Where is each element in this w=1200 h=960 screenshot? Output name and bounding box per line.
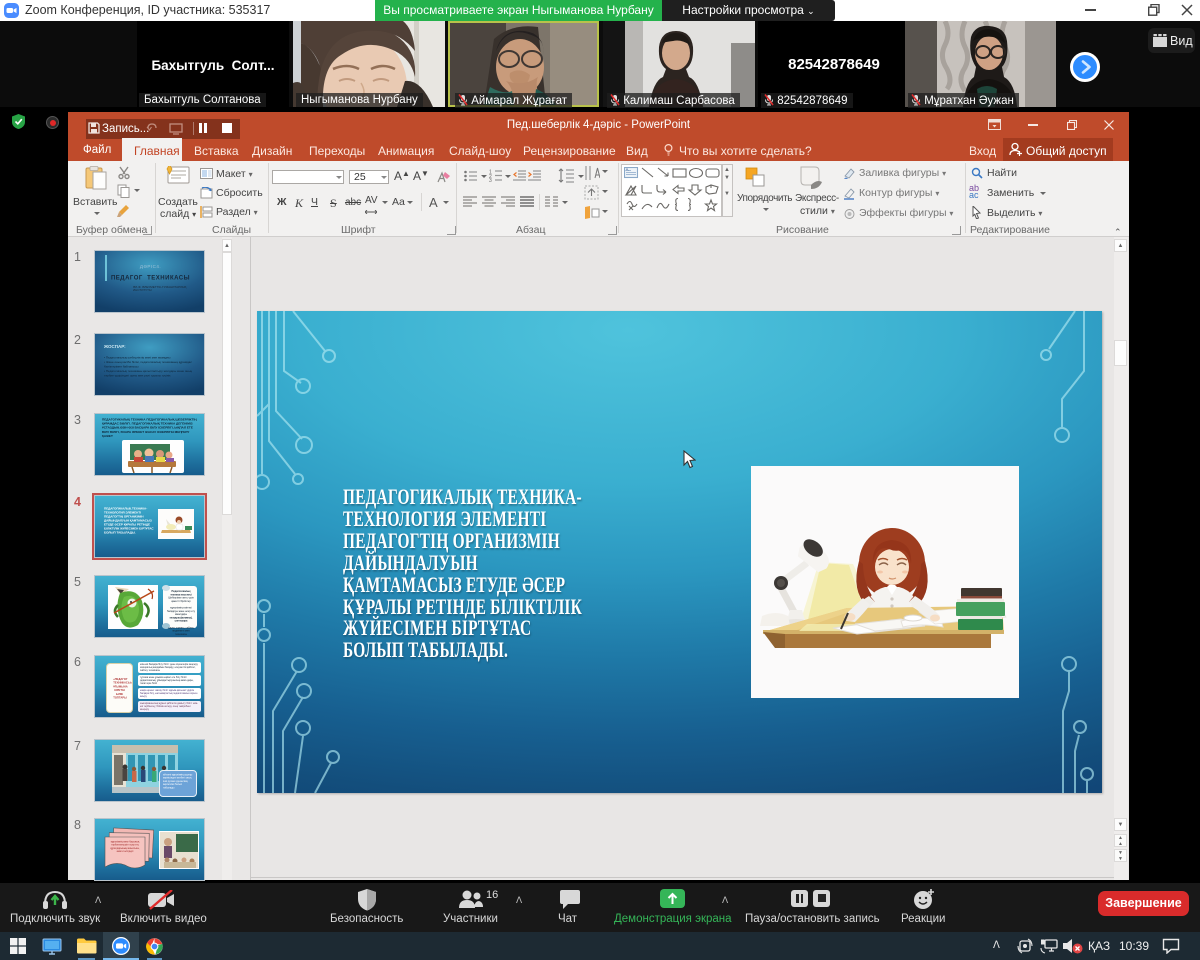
svg-text:3: 3 — [489, 178, 492, 182]
svg-text:A: A — [626, 167, 629, 172]
